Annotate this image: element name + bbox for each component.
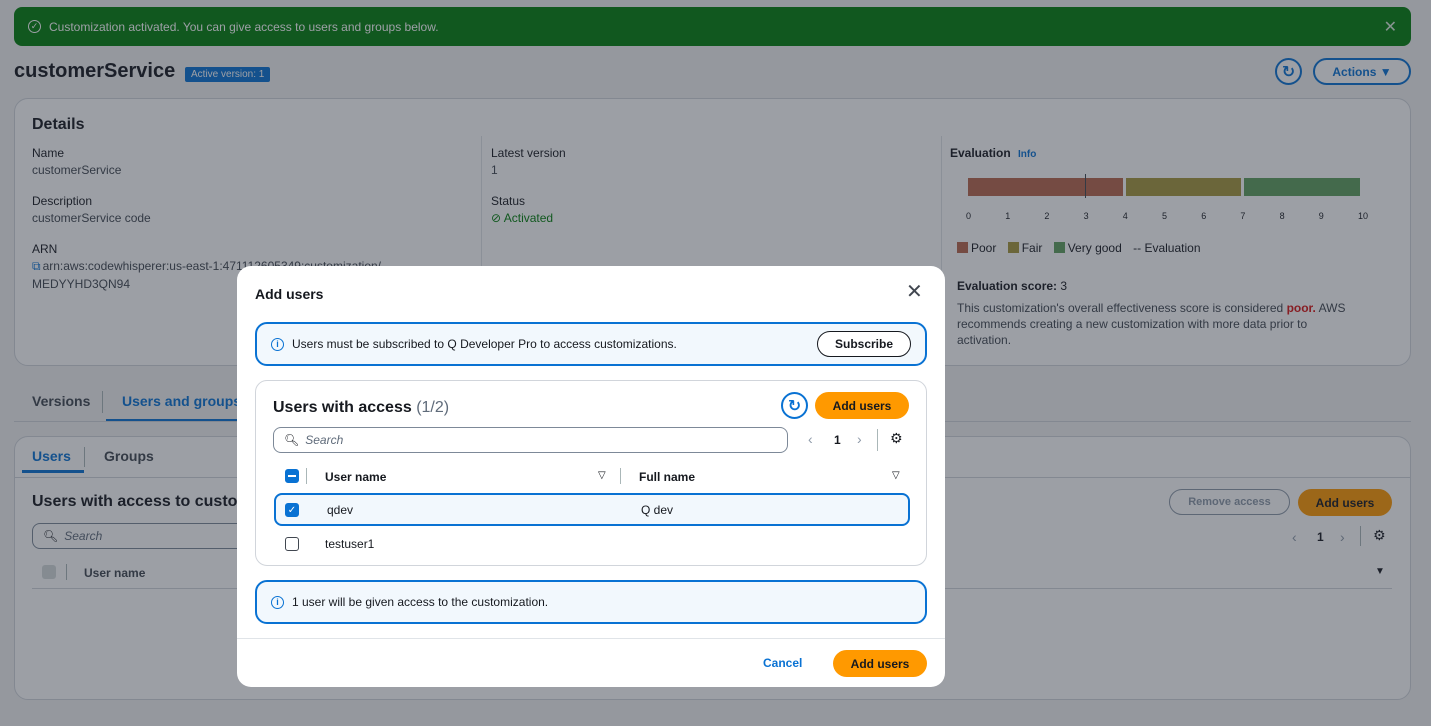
col-separator-1 bbox=[306, 468, 307, 484]
modal-search-placeholder: Search bbox=[305, 433, 344, 447]
modal-footer-divider bbox=[237, 638, 945, 639]
inner-add-users-button[interactable]: Add users bbox=[815, 392, 909, 419]
modal-search-input[interactable]: 🔍︎ Search bbox=[273, 427, 788, 453]
row-user-name: testuser1 bbox=[325, 537, 375, 551]
col-full-name[interactable]: Full name bbox=[639, 470, 695, 484]
modal-refresh-button[interactable]: ↻ bbox=[781, 392, 808, 419]
table-row[interactable]: testuser1 bbox=[274, 529, 910, 559]
settings-gear-icon[interactable]: ⚙ bbox=[890, 430, 903, 447]
add-users-submit-button[interactable]: Add users bbox=[833, 650, 927, 677]
access-info-text: 1 user will be given access to the custo… bbox=[292, 595, 549, 609]
subscription-info-text: Users must be subscribed to Q Developer … bbox=[292, 337, 677, 351]
search-icon: 🔍︎ bbox=[284, 433, 300, 447]
refresh-icon: ↻ bbox=[787, 397, 802, 415]
subscription-info-alert: i Users must be subscribed to Q Develope… bbox=[255, 322, 927, 366]
full-name-sort-icon[interactable]: ▽ bbox=[892, 470, 900, 481]
users-with-access-container: Users with access (1/2) ↻ Add users 🔍︎ S… bbox=[255, 380, 927, 566]
modal-title: Add users bbox=[255, 286, 324, 302]
cancel-button[interactable]: Cancel bbox=[763, 656, 802, 670]
selected-count: (1/2) bbox=[416, 399, 450, 416]
info-icon: i bbox=[271, 337, 284, 351]
users-with-access-title: Users with access (1/2) bbox=[273, 399, 449, 417]
row-checkbox-testuser1[interactable] bbox=[285, 537, 299, 551]
add-users-modal: Add users ✕ i Users must be subscribed t… bbox=[237, 266, 945, 687]
row-user-name: qdev bbox=[327, 503, 354, 517]
page-number[interactable]: 1 bbox=[834, 433, 841, 447]
subscribe-button[interactable]: Subscribe bbox=[817, 331, 911, 357]
info-icon: i bbox=[271, 595, 284, 609]
row-full-name: Q dev bbox=[641, 503, 674, 517]
col-separator-2 bbox=[620, 468, 621, 484]
select-all-checkbox[interactable] bbox=[285, 469, 299, 483]
access-info-alert: i 1 user will be given access to the cus… bbox=[255, 580, 927, 624]
pager-divider bbox=[877, 429, 878, 451]
col-user-name[interactable]: User name bbox=[325, 470, 386, 484]
user-name-sort-icon[interactable]: ▽ bbox=[598, 470, 606, 481]
table-row[interactable]: ✓ qdev Q dev bbox=[274, 493, 910, 526]
inner-title-text: Users with access bbox=[273, 399, 412, 416]
prev-page-icon[interactable]: ‹ bbox=[808, 431, 813, 447]
modal-close-icon[interactable]: ✕ bbox=[906, 279, 923, 304]
row-checkbox-qdev[interactable]: ✓ bbox=[285, 503, 299, 517]
next-page-icon[interactable]: › bbox=[857, 431, 862, 447]
